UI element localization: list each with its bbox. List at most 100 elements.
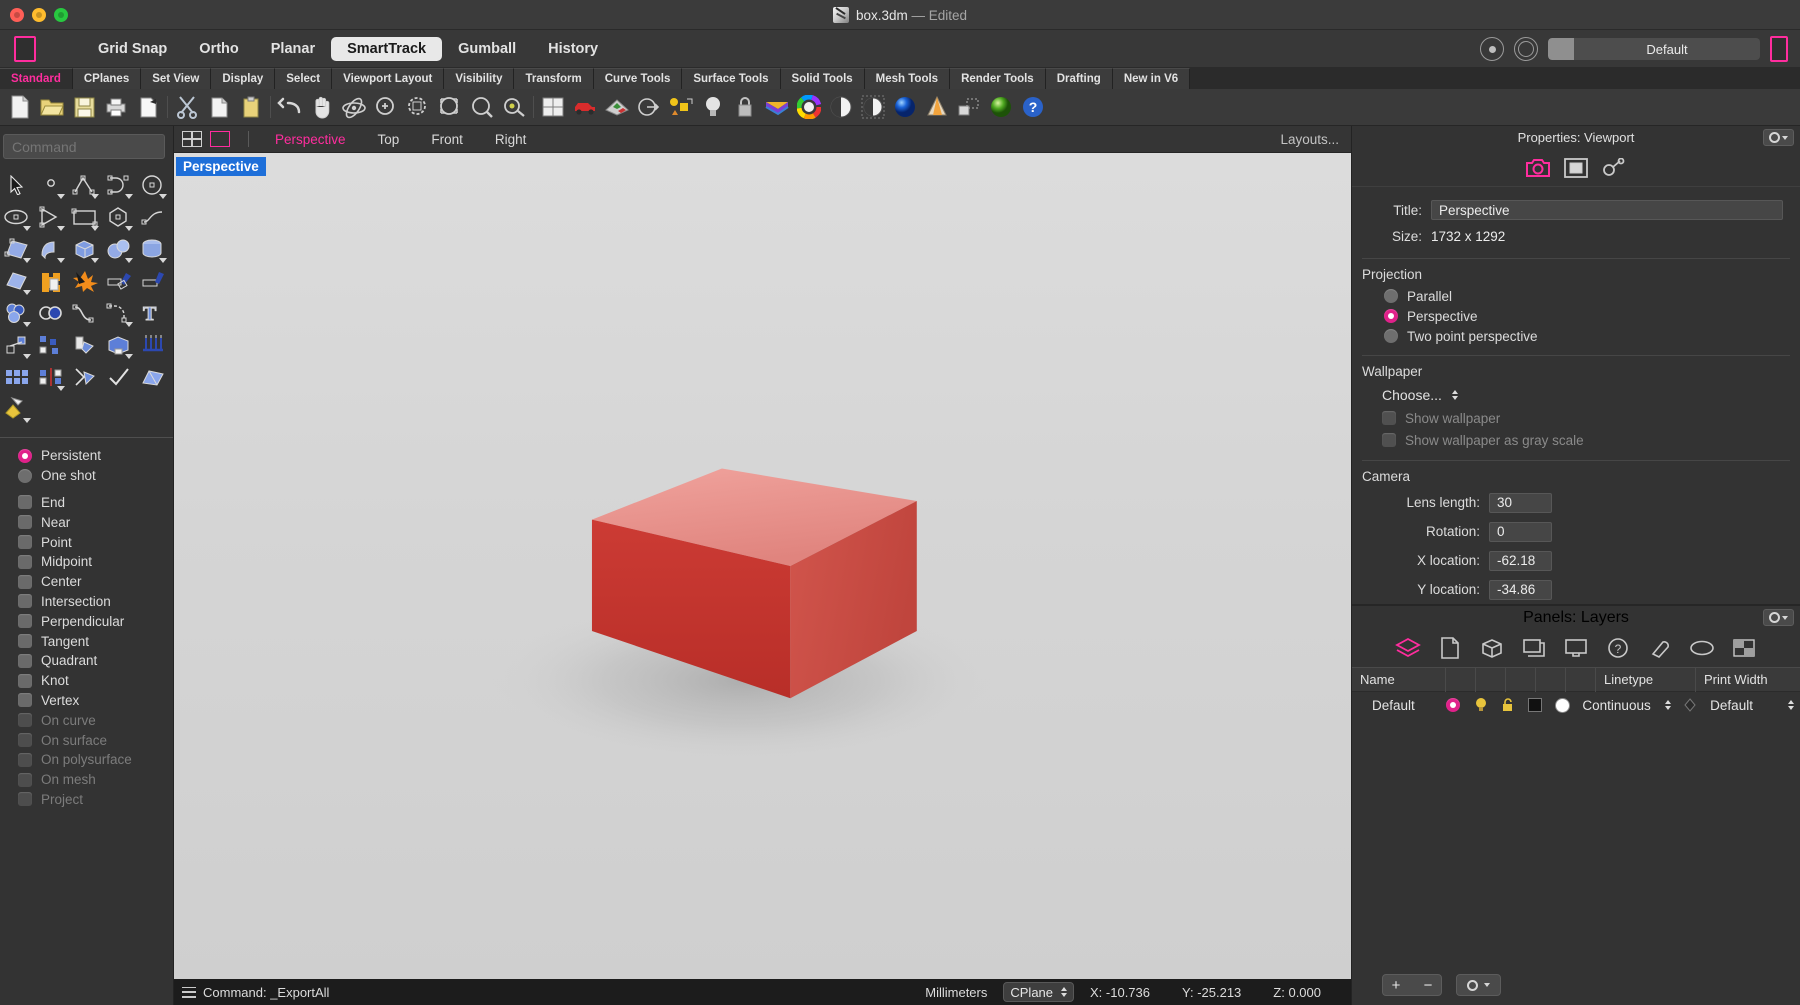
osnap-item-knot[interactable]: Knot (18, 671, 173, 691)
layers-col-name[interactable]: Name (1352, 667, 1446, 692)
tab-transform[interactable]: Transform (514, 68, 594, 89)
projection-option-perspective[interactable]: Perspective (1352, 306, 1800, 326)
layer-add-remove-group[interactable]: + − (1382, 974, 1442, 996)
boolean-intersection-icon[interactable] (34, 297, 68, 329)
layouts-button[interactable]: Layouts... (1280, 132, 1339, 147)
light-icon[interactable] (1647, 636, 1673, 660)
circle-icon[interactable] (136, 169, 170, 201)
box-icon[interactable] (68, 233, 102, 265)
surface-icon[interactable] (761, 92, 793, 122)
checkbox-on-mesh-icon[interactable] (18, 772, 32, 787)
viewport-tab-front[interactable]: Front (415, 132, 479, 147)
link-icon[interactable] (1601, 156, 1627, 180)
checkbox-center-icon[interactable] (18, 574, 32, 589)
display-mode-icon[interactable] (1514, 37, 1538, 61)
material-sphere-icon[interactable] (1555, 697, 1571, 713)
tab-cplanes[interactable]: CPlanes (72, 68, 142, 89)
table-row[interactable]: Default Continuous Default (1352, 692, 1800, 718)
osnap-item-on-mesh[interactable]: On mesh (18, 770, 173, 790)
osnap-item-on-surface[interactable]: On surface (18, 730, 173, 750)
save-icon[interactable] (68, 92, 100, 122)
layer-options-button[interactable] (1456, 974, 1501, 996)
osnap-persistent[interactable]: Persistent (18, 446, 173, 466)
checkbox-end-icon[interactable] (18, 495, 32, 510)
projection-option-two-point[interactable]: Two point perspective (1352, 326, 1800, 346)
x-location-field[interactable]: -62.18 (1489, 550, 1552, 571)
scale-box-icon[interactable] (102, 329, 136, 361)
tab-surface-tools[interactable]: Surface Tools (682, 68, 781, 89)
material-sphere-icon[interactable] (985, 92, 1017, 122)
tab-set-view[interactable]: Set View (141, 68, 212, 89)
move-icon[interactable] (0, 329, 34, 361)
ellipse-icon[interactable] (0, 201, 34, 233)
checkbox-on-polysurface-icon[interactable] (18, 752, 32, 767)
checkbox-on-surface-icon[interactable] (18, 733, 32, 748)
mode-gumball[interactable]: Gumball (442, 37, 532, 61)
ghosted-sphere-icon[interactable] (857, 92, 889, 122)
zoom-selected-icon[interactable] (434, 92, 466, 122)
blend-curve-icon[interactable] (68, 297, 102, 329)
fillet-edge-icon[interactable] (136, 265, 170, 297)
camera-icon[interactable] (1525, 156, 1551, 180)
render-settings-icon[interactable] (1480, 37, 1504, 61)
new-file-icon[interactable] (4, 92, 36, 122)
polyline-icon[interactable] (68, 169, 102, 201)
rotate-view-icon[interactable] (338, 92, 370, 122)
layers-panel-options-button[interactable] (1763, 609, 1794, 626)
zoom-dynamic-icon[interactable] (466, 92, 498, 122)
mode-smarttrack[interactable]: SmartTrack (331, 36, 443, 61)
tab-mesh-tools[interactable]: Mesh Tools (864, 68, 951, 89)
osnap-item-on-polysurface[interactable]: On polysurface (18, 750, 173, 770)
layer-color-swatch[interactable] (1522, 692, 1549, 718)
layer-lock-toggle[interactable] (1494, 692, 1521, 718)
sphere-boolean-icon[interactable] (102, 233, 136, 265)
add-layer-button[interactable]: + (1383, 974, 1409, 996)
osnap-item-perpendicular[interactable]: Perpendicular (18, 611, 173, 631)
osnap-item-project[interactable]: Project (18, 790, 173, 810)
open-folder-icon[interactable] (36, 92, 68, 122)
color-swatch-icon[interactable] (1528, 698, 1543, 712)
pan-hand-icon[interactable] (306, 92, 338, 122)
osnap-item-quadrant[interactable]: Quadrant (18, 651, 173, 671)
checkbox-quadrant-icon[interactable] (18, 653, 32, 668)
cylinder-icon[interactable] (136, 233, 170, 265)
tab-select[interactable]: Select (275, 68, 333, 89)
copy-page-icon[interactable] (132, 92, 164, 122)
layers-col-print-width[interactable]: Print Width (1696, 667, 1796, 692)
viewport-tab-top[interactable]: Top (362, 132, 416, 147)
cut-scissors-icon[interactable] (171, 92, 203, 122)
display-mode-handle[interactable] (1548, 38, 1574, 60)
layer-on-icon[interactable] (1446, 698, 1461, 712)
trim-icon[interactable] (68, 361, 102, 393)
layer-print-color-swatch[interactable] (1677, 692, 1704, 718)
checkbox-near-icon[interactable] (18, 515, 32, 530)
lens-length-field[interactable]: 30 (1489, 492, 1552, 513)
print-icon[interactable] (100, 92, 132, 122)
tab-display[interactable]: Display (211, 68, 276, 89)
help-icon[interactable]: ? (1017, 92, 1049, 122)
grid-array-icon[interactable] (0, 361, 34, 393)
y-location-field[interactable]: -34.86 (1489, 579, 1552, 600)
osnap-one-shot[interactable]: One shot (18, 466, 173, 486)
paste-clipboard-icon[interactable] (235, 92, 267, 122)
display-mode-selector[interactable]: Default (1548, 38, 1760, 60)
osnap-item-vertex[interactable]: Vertex (18, 691, 173, 711)
tab-new-in-v6[interactable]: New in V6 (1112, 68, 1191, 89)
car-render-icon[interactable] (569, 92, 601, 122)
boolean-difference-icon[interactable] (0, 297, 34, 329)
checkbox-perpendicular-icon[interactable] (18, 614, 32, 629)
render-material-icon[interactable] (0, 393, 34, 425)
fillet-curve-icon[interactable] (102, 297, 136, 329)
cplane-selector[interactable]: CPlane (1003, 982, 1075, 1002)
environment-icon[interactable] (1689, 636, 1715, 660)
boolean-union-icon[interactable] (34, 265, 68, 297)
viewport-frame-icon[interactable] (1563, 156, 1589, 180)
extrude-surface-icon[interactable] (34, 233, 68, 265)
mode-planar[interactable]: Planar (255, 37, 331, 61)
tab-visibility[interactable]: Visibility (444, 68, 515, 89)
checkbox-wallpaper-grayscale-icon[interactable] (1382, 433, 1396, 447)
rectangle-icon[interactable] (68, 201, 102, 233)
object-snap-icon[interactable] (665, 92, 697, 122)
osnap-item-center[interactable]: Center (18, 572, 173, 592)
projection-option-parallel[interactable]: Parallel (1352, 286, 1800, 306)
